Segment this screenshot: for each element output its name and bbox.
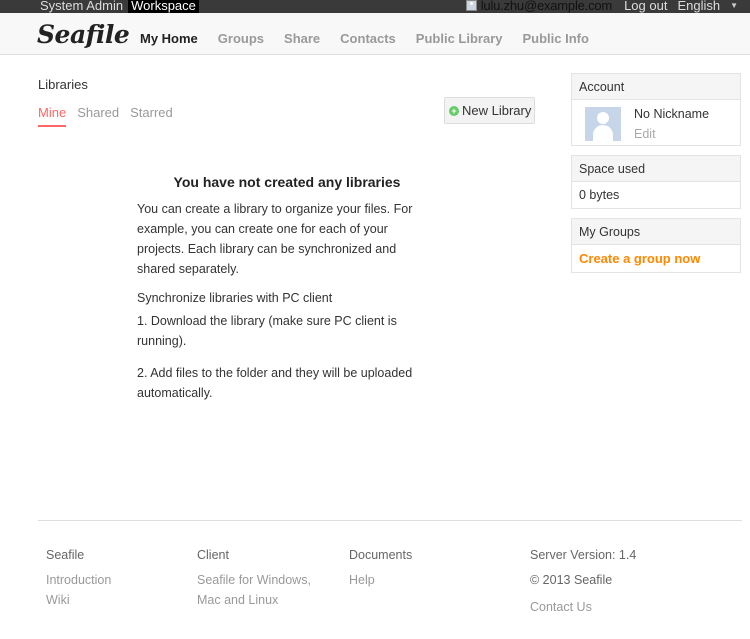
new-library-label: New Library <box>462 103 532 118</box>
new-library-button[interactable]: + New Library <box>444 97 535 124</box>
nav-public-library[interactable]: Public Library <box>416 31 503 46</box>
footer-help-link[interactable]: Help <box>349 570 489 590</box>
tab-starred[interactable]: Starred <box>130 105 173 127</box>
sync-step-2: 2. Add files to the folder and they will… <box>137 366 413 400</box>
main-nav: My Home Groups Share Contacts Public Lib… <box>130 31 599 46</box>
create-group-link[interactable]: Create a group now <box>579 251 700 266</box>
space-used-title: Space used <box>572 156 740 182</box>
my-groups-title: My Groups <box>572 219 740 245</box>
empty-intro: You can create a library to organize you… <box>137 202 413 276</box>
sync-heading: Synchronize libraries with PC client <box>137 291 333 305</box>
footer: Seafile Introduction Wiki Client Seafile… <box>38 520 742 614</box>
space-used-value: 0 bytes <box>579 188 620 202</box>
footer-client-title: Client <box>197 548 229 562</box>
tab-mine[interactable]: Mine <box>38 105 67 127</box>
nav-contacts[interactable]: Contacts <box>340 31 396 46</box>
admin-topbar: System Admin Workspace lulu.zhu@example.… <box>0 0 750 13</box>
nav-my-home[interactable]: My Home <box>140 31 198 46</box>
seafile-logo[interactable]: Seafile <box>37 20 130 49</box>
plus-icon: + <box>449 105 459 116</box>
workspace-link[interactable]: Workspace <box>128 0 199 13</box>
system-admin-link[interactable]: System Admin <box>38 0 125 13</box>
my-groups-panel: My Groups Create a group now <box>571 218 741 273</box>
chevron-down-icon: ▼ <box>730 1 738 10</box>
copyright: © 2013 Seafile <box>530 573 613 587</box>
user-icon <box>465 0 477 11</box>
account-panel: Account No Nickname Edit <box>571 73 741 146</box>
footer-documents-title: Documents <box>349 548 413 562</box>
side-panel: Account No Nickname Edit Space used 0 by… <box>571 73 741 282</box>
nav-public-info[interactable]: Public Info <box>523 31 589 46</box>
empty-heading: You have not created any libraries <box>173 174 401 190</box>
tab-shared[interactable]: Shared <box>77 105 119 127</box>
contact-us-link[interactable]: Contact Us <box>530 597 700 617</box>
nav-share[interactable]: Share <box>284 31 320 46</box>
sync-step-1: 1. Download the library (make sure PC cl… <box>137 314 397 348</box>
section-title: Libraries <box>38 77 88 92</box>
user-email[interactable]: lulu.zhu@example.com <box>481 0 613 13</box>
nav-groups[interactable]: Groups <box>218 31 264 46</box>
avatar[interactable] <box>585 107 621 141</box>
footer-client-link[interactable]: Seafile for Windows, Mac and Linux <box>197 570 332 610</box>
logout-link[interactable]: Log out <box>622 0 669 13</box>
edit-profile-link[interactable]: Edit <box>634 127 709 141</box>
footer-seafile-title: Seafile <box>46 548 85 562</box>
space-used-panel: Space used 0 bytes <box>571 155 741 209</box>
footer-introduction-link[interactable]: Introduction <box>46 570 186 590</box>
library-tabs: Mine Shared Starred <box>38 105 184 127</box>
footer-wiki-link[interactable]: Wiki <box>46 590 186 610</box>
libraries-section: Libraries Mine Shared Starred + New Libr… <box>38 77 535 400</box>
language-selector[interactable]: English <box>675 0 722 13</box>
main-header: Seafile My Home Groups Share Contacts Pu… <box>0 13 750 55</box>
account-title: Account <box>572 74 740 100</box>
empty-state: You have not created any libraries You c… <box>137 174 437 415</box>
nickname: No Nickname <box>634 107 710 121</box>
server-version: Server Version: 1.4 <box>530 548 637 562</box>
